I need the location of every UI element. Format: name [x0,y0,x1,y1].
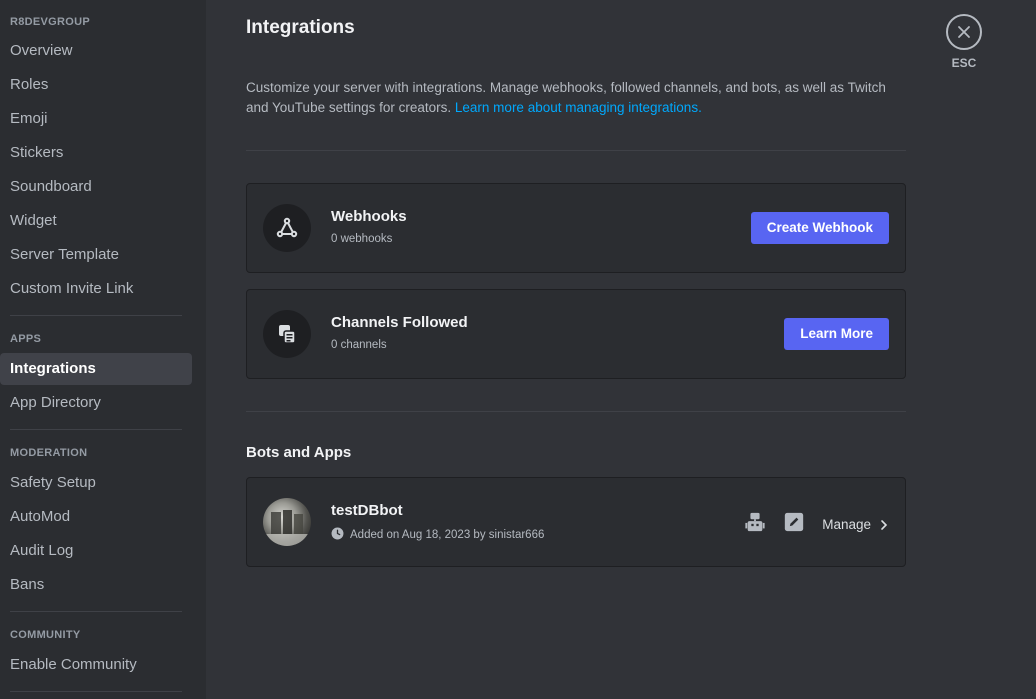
bot-actions: Manage [744,511,889,538]
sidebar-item-roles[interactable]: Roles [0,69,192,101]
community-heading: COMMUNITY [10,629,81,641]
sidebar-item-automod[interactable]: AutoMod [0,501,192,533]
clock-icon [331,527,344,543]
sidebar-item-soundboard[interactable]: Soundboard [0,171,192,203]
sidebar-item-app-directory[interactable]: App Directory [0,387,192,419]
sidebar-item-overview[interactable]: Overview [0,35,192,67]
bots-and-apps-heading: Bots and Apps [246,444,352,461]
close-icon [958,26,970,38]
sidebar-item-custom-invite-link[interactable]: Custom Invite Link [0,273,192,305]
manage-button[interactable]: Manage [822,517,889,532]
integrations-panel: Integrations Customize your server with … [246,16,906,567]
channels-followed-count: 0 channels [331,339,387,351]
sidebar-item-widget[interactable]: Widget [0,205,192,237]
page-title: Integrations [246,17,355,38]
sidebar-item-stickers[interactable]: Stickers [0,137,192,169]
manage-label: Manage [822,517,871,532]
channel-follow-icon [263,310,311,358]
close-settings: ESC [946,14,982,70]
chevron-right-icon [881,519,888,530]
bot-added-info: Added on Aug 18, 2023 by sinistar666 [331,527,544,543]
settings-content: Integrations Customize your server with … [206,0,1036,699]
esc-label: ESC [951,56,977,70]
sidebar-item-audit-log[interactable]: Audit Log [0,535,192,567]
sidebar-item-emoji[interactable]: Emoji [0,103,192,135]
app: R8DEVGROUP Overview Roles Emoji Stickers… [0,0,1036,699]
bot-name: testDBbot [331,502,403,519]
sidebar-item-enable-community[interactable]: Enable Community [0,649,192,681]
sidebar-divider [10,691,182,692]
bot-avatar [263,498,311,546]
channels-followed-card[interactable]: Channels Followed 0 channels Learn More [246,289,906,379]
bot-added-text: Added on Aug 18, 2023 by sinistar666 [350,529,545,541]
webhooks-card[interactable]: Webhooks 0 webhooks Create Webhook [246,183,906,273]
sidebar-item-integrations[interactable]: Integrations [0,353,192,385]
learn-more-integrations-link[interactable]: Learn more about managing integrations. [455,100,702,115]
sidebar-item-safety-setup[interactable]: Safety Setup [0,467,192,499]
sidebar-item-bans[interactable]: Bans [0,569,192,601]
moderation-heading: MODERATION [10,447,88,459]
webhooks-count: 0 webhooks [331,233,393,245]
channels-followed-title: Channels Followed [331,314,468,331]
webhook-icon [263,204,311,252]
page-description: Customize your server with integrations.… [246,78,906,118]
create-webhook-button[interactable]: Create Webhook [750,212,889,244]
robot-icon[interactable] [744,511,766,538]
webhooks-title: Webhooks [331,208,407,225]
bot-card[interactable]: testDBbot Added on Aug 18, 2023 by sinis… [246,477,906,567]
sidebar-item-server-template[interactable]: Server Template [0,239,192,271]
server-name-heading: R8DEVGROUP [10,16,91,28]
apps-heading: APPS [10,333,42,345]
learn-more-button[interactable]: Learn More [784,318,889,350]
edit-icon[interactable] [784,512,804,537]
settings-sidebar: R8DEVGROUP Overview Roles Emoji Stickers… [0,0,206,699]
close-button[interactable] [946,14,982,50]
